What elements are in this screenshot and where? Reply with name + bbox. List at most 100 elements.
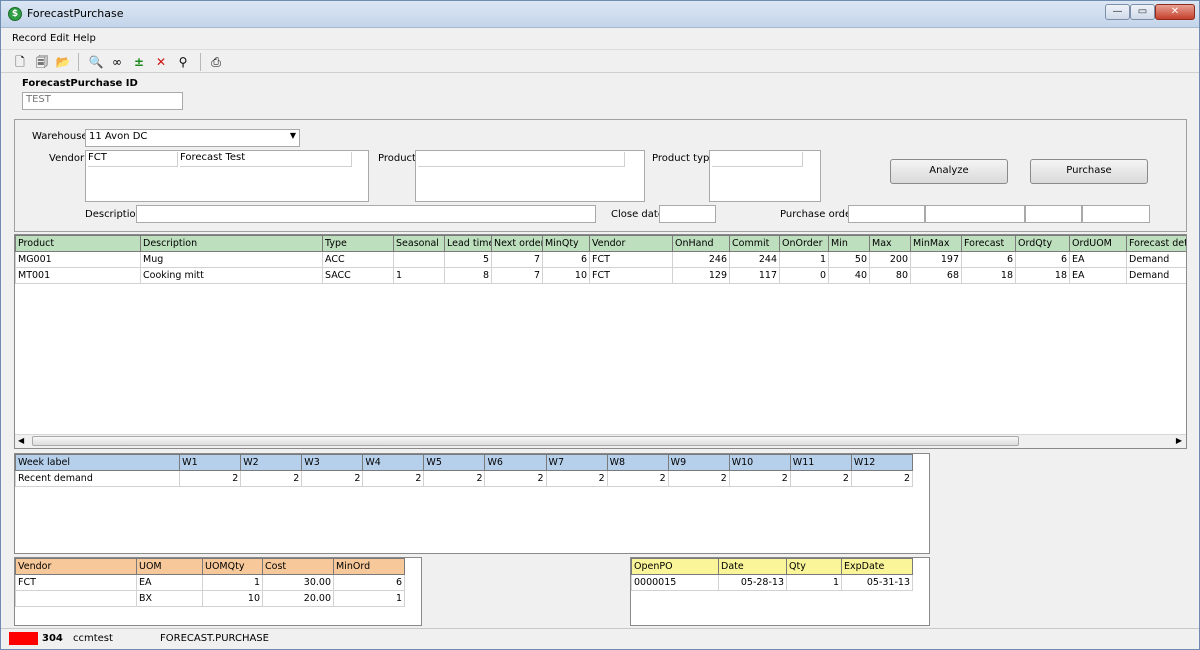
product-cell[interactable]: MG001 xyxy=(15,251,141,268)
vendor-cell[interactable]: 6 xyxy=(333,574,405,591)
analyze-button[interactable]: Analyze xyxy=(890,159,1008,184)
close-date-input[interactable] xyxy=(659,205,716,223)
week-cell[interactable]: 2 xyxy=(728,470,791,487)
product-column-header[interactable]: OrdUOM xyxy=(1069,235,1127,252)
product-row[interactable]: MG001 Mug ACC 5 7 6 FCT 246 244 1 50 200 197 6 6 EA Dema… xyxy=(15,251,1186,268)
product-cell[interactable]: 129 xyxy=(672,267,730,284)
product-column-header[interactable]: Vendor xyxy=(589,235,673,252)
product-column-header[interactable]: Lead time xyxy=(444,235,492,252)
horizontal-scrollbar[interactable]: ◀ ▶ xyxy=(15,434,1186,448)
maximize-button[interactable]: ▭ xyxy=(1130,4,1155,20)
openpo-cell[interactable]: 05-31-13 xyxy=(841,574,913,591)
openpo-cell[interactable]: 1 xyxy=(786,574,842,591)
product-cell[interactable]: 1 xyxy=(393,267,445,284)
week-column-header[interactable]: W10 xyxy=(728,454,791,471)
product-cell[interactable]: EA xyxy=(1069,267,1127,284)
product-list[interactable] xyxy=(415,150,645,202)
product-cell[interactable]: SACC xyxy=(322,267,394,284)
product-cell[interactable]: 200 xyxy=(869,251,911,268)
purchase-order-input[interactable] xyxy=(848,205,925,223)
warehouse-select[interactable]: 11 Avon DC ▼ xyxy=(85,129,300,147)
week-cell[interactable]: 2 xyxy=(667,470,730,487)
product-cell[interactable]: Demand xyxy=(1126,251,1186,268)
product-cell[interactable]: 244 xyxy=(729,251,780,268)
product-column-header[interactable]: OnOrder xyxy=(779,235,829,252)
product-cell[interactable]: 18 xyxy=(1015,267,1070,284)
product-column-header[interactable]: Description xyxy=(140,235,323,252)
purchase-order-input[interactable] xyxy=(925,205,1025,223)
week-cell[interactable]: 2 xyxy=(606,470,669,487)
product-column-header[interactable]: MinMax xyxy=(910,235,962,252)
vendor-cell[interactable]: 30.00 xyxy=(262,574,334,591)
vendor-cell[interactable]: 1 xyxy=(333,590,405,607)
vendor-cell[interactable]: 20.00 xyxy=(262,590,334,607)
vendor-cell[interactable] xyxy=(15,590,137,607)
product-cell[interactable]: 197 xyxy=(910,251,962,268)
product-cell[interactable]: 8 xyxy=(444,267,492,284)
week-cell[interactable]: 2 xyxy=(179,470,242,487)
product-cell[interactable]: 5 xyxy=(444,251,492,268)
purchase-order-input[interactable] xyxy=(1082,205,1150,223)
print-icon[interactable]: ⎙ xyxy=(208,54,224,70)
product-cell[interactable]: 1 xyxy=(779,251,829,268)
vendor-column-header[interactable]: UOMQty xyxy=(202,558,263,575)
product-type-list[interactable] xyxy=(709,150,821,202)
menu-help[interactable]: Help xyxy=(73,33,96,44)
product-column-header[interactable]: Forecast detail xyxy=(1126,235,1186,252)
zoom-icon[interactable]: 🔍 xyxy=(88,54,104,70)
product-cell[interactable]: 10 xyxy=(542,267,590,284)
product-cell[interactable]: 6 xyxy=(1015,251,1070,268)
vendor-column-header[interactable]: Cost xyxy=(262,558,334,575)
product-cell[interactable]: Cooking mitt xyxy=(140,267,323,284)
vendor-row[interactable]: BX 10 20.00 1 xyxy=(15,590,405,607)
week-column-header[interactable]: Week label xyxy=(15,454,181,471)
week-column-header[interactable]: W1 xyxy=(179,454,242,471)
product-cell[interactable]: 7 xyxy=(491,267,543,284)
week-column-header[interactable]: W5 xyxy=(423,454,486,471)
product-column-header[interactable]: Type xyxy=(322,235,394,252)
week-column-header[interactable]: W7 xyxy=(545,454,608,471)
vendor-column-header[interactable]: MinOrd xyxy=(333,558,405,575)
product-column-header[interactable]: Product xyxy=(15,235,141,252)
menu-record[interactable]: Record xyxy=(12,33,47,44)
vendor-column-header[interactable]: UOM xyxy=(136,558,203,575)
find-icon[interactable]: ⚲ xyxy=(175,54,191,70)
week-cell[interactable]: 2 xyxy=(423,470,486,487)
product-column-header[interactable]: Commit xyxy=(729,235,780,252)
title-bar[interactable]: $ ForecastPurchase — ▭ ✕ xyxy=(1,1,1199,28)
product-column-header[interactable]: Min xyxy=(828,235,870,252)
product-cell[interactable]: 0 xyxy=(779,267,829,284)
product-cell[interactable]: 50 xyxy=(828,251,870,268)
product-cell[interactable]: 6 xyxy=(961,251,1016,268)
openpo-column-header[interactable]: OpenPO xyxy=(631,558,719,575)
openpo-row[interactable]: 0000015 05-28-13 1 05-31-13 xyxy=(631,574,913,591)
close-button[interactable]: ✕ xyxy=(1155,4,1195,20)
openpo-column-header[interactable]: Qty xyxy=(786,558,842,575)
product-cell[interactable]: MT001 xyxy=(15,267,141,284)
week-cell[interactable]: 2 xyxy=(484,470,547,487)
week-column-header[interactable]: W11 xyxy=(789,454,852,471)
product-cell[interactable]: 6 xyxy=(542,251,590,268)
product-cell[interactable]: ACC xyxy=(322,251,394,268)
scrollbar-thumb[interactable] xyxy=(32,436,1019,446)
product-column-header[interactable]: MinQty xyxy=(542,235,590,252)
description-input[interactable] xyxy=(136,205,596,223)
id-field[interactable]: TEST xyxy=(22,92,183,110)
week-column-header[interactable]: W8 xyxy=(606,454,669,471)
product-cell[interactable]: 68 xyxy=(910,267,962,284)
product-column-header[interactable]: Forecast xyxy=(961,235,1016,252)
product-cell[interactable]: Demand xyxy=(1126,267,1186,284)
product-cell[interactable]: 117 xyxy=(729,267,780,284)
product-cell[interactable] xyxy=(393,251,445,268)
week-cell[interactable]: Recent demand xyxy=(15,470,181,487)
openpo-cell[interactable]: 05-28-13 xyxy=(718,574,787,591)
vendor-row[interactable]: FCT EA 1 30.00 6 xyxy=(15,574,405,591)
week-row[interactable]: Recent demand 2 2 2 2 2 2 2 2 2 2 2 2 xyxy=(15,470,914,487)
vendor-list[interactable]: FCT Forecast Test xyxy=(85,150,369,202)
delete-line-icon[interactable]: ✕ xyxy=(153,54,169,70)
vendor-cell[interactable]: EA xyxy=(136,574,203,591)
product-cell[interactable]: 18 xyxy=(961,267,1016,284)
week-cell[interactable]: 2 xyxy=(789,470,852,487)
week-cell[interactable]: 2 xyxy=(545,470,608,487)
product-cell[interactable]: Mug xyxy=(140,251,323,268)
